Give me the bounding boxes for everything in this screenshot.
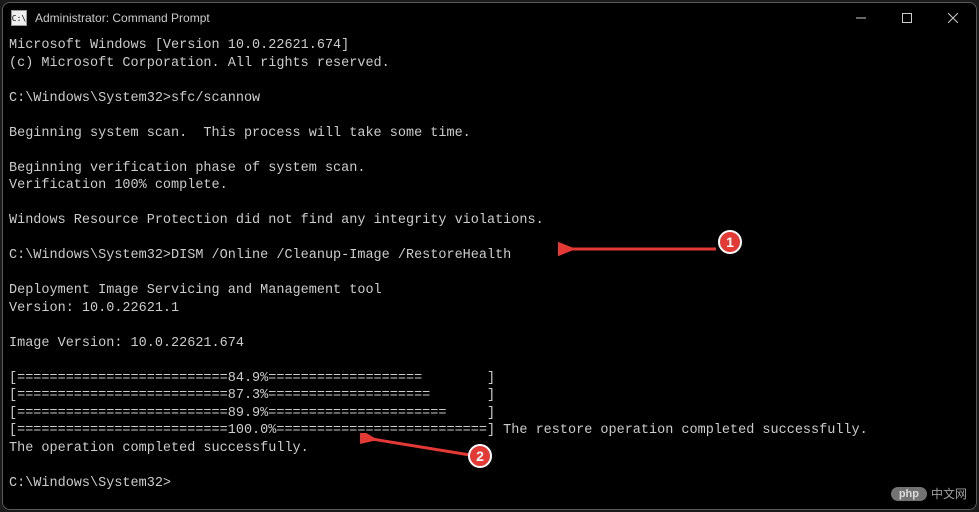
watermark-text: 中文网 xyxy=(931,485,967,502)
watermark-pill: php xyxy=(891,487,927,501)
window-controls xyxy=(838,3,976,33)
annotation-arrow-2 xyxy=(360,433,480,463)
command-prompt-window: C:\ Administrator: Command Prompt Micros… xyxy=(2,2,977,510)
watermark: php 中文网 xyxy=(891,485,967,502)
app-icon: C:\ xyxy=(11,10,27,26)
maximize-button[interactable] xyxy=(884,3,930,33)
titlebar[interactable]: C:\ Administrator: Command Prompt xyxy=(3,3,976,33)
close-button[interactable] xyxy=(930,3,976,33)
annotation-arrow-1 xyxy=(558,240,723,260)
window-title: Administrator: Command Prompt xyxy=(35,11,838,25)
minimize-button[interactable] xyxy=(838,3,884,33)
terminal-output[interactable]: Microsoft Windows [Version 10.0.22621.67… xyxy=(3,33,976,509)
